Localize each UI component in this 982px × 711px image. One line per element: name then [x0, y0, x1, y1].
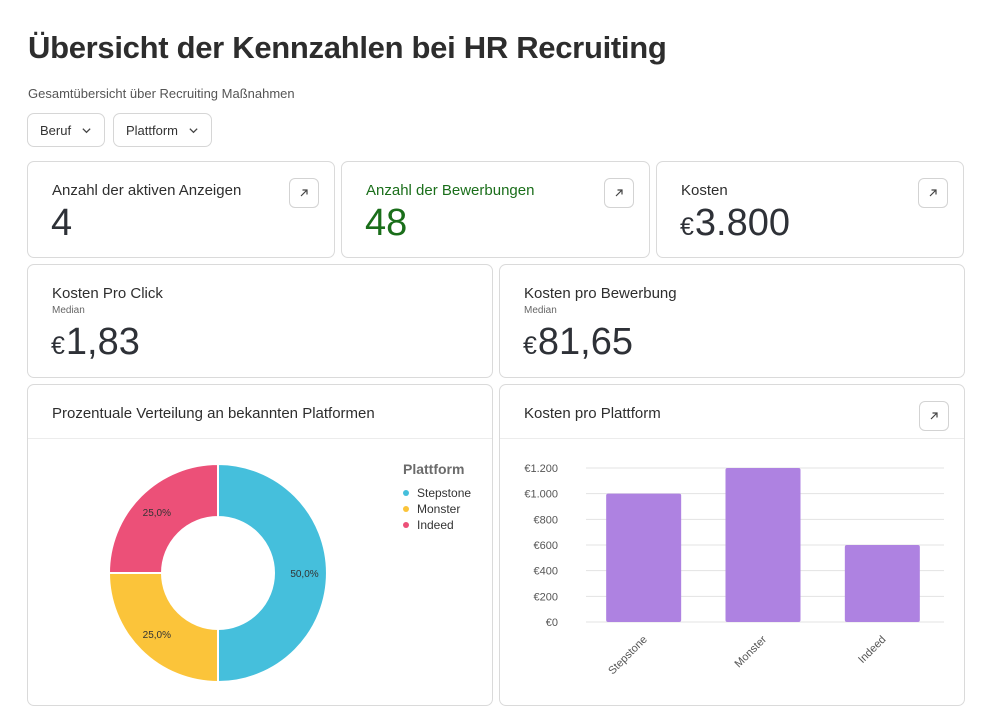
- legend-item-indeed[interactable]: Indeed: [403, 517, 471, 533]
- filter-plattform-dropdown[interactable]: Plattform: [113, 113, 213, 147]
- panel-title: Prozentuale Verteilung an bekannten Plat…: [52, 405, 375, 422]
- kpi-value: 3.800: [694, 202, 790, 244]
- currency-symbol: €: [680, 213, 694, 241]
- kpi-value: 4: [51, 202, 73, 244]
- y-tick-label: €1.200: [524, 463, 558, 475]
- legend-swatch: [403, 490, 409, 496]
- platform-distribution-panel: Prozentuale Verteilung an bekannten Plat…: [27, 384, 493, 706]
- kpi-value-wrapper: €81,65: [523, 321, 633, 364]
- donut-chart: 50,0% 25,0% 25,0%: [107, 462, 328, 684]
- currency-symbol: €: [523, 332, 537, 360]
- bar-monster[interactable]: [725, 468, 801, 622]
- kpi-value-wrapper: €3.800: [680, 202, 790, 245]
- kpi-card-active-ads: Anzahl der aktiven Anzeigen 4: [27, 161, 335, 258]
- kpi-label: Kosten Pro Click: [52, 285, 163, 302]
- kpi-label: Kosten: [681, 182, 728, 199]
- bar-indeed[interactable]: [844, 545, 920, 622]
- arrow-up-right-icon: [929, 189, 937, 197]
- kpi-sublabel: Median: [52, 305, 85, 316]
- legend-item-stepstone[interactable]: Stepstone: [403, 485, 471, 501]
- kpi-value-wrapper: €1,83: [51, 321, 140, 364]
- arrow-up-right-icon: [615, 189, 623, 197]
- page-title: Übersicht der Kennzahlen bei HR Recruiti…: [28, 30, 667, 65]
- filter-beruf-label: Beruf: [40, 122, 72, 138]
- kpi-label: Kosten pro Bewerbung: [524, 285, 677, 302]
- y-tick-label: €0: [546, 617, 558, 629]
- kpi-value: 48: [365, 202, 408, 244]
- kpi-card-cost-per-application: Kosten pro Bewerbung Median €81,65: [499, 264, 965, 378]
- bar-chart: €0 €200 €400 €600 €800 €1.000 €1.200 Stepstone M…: [524, 463, 944, 678]
- kpi-sublabel: Median: [524, 305, 557, 316]
- y-tick-label: €600: [534, 540, 558, 552]
- expand-button[interactable]: [289, 178, 319, 208]
- filter-beruf-dropdown[interactable]: Beruf: [27, 113, 106, 147]
- x-tick-label: Indeed: [856, 634, 888, 666]
- filter-plattform-label: Plattform: [126, 122, 179, 138]
- expand-button[interactable]: [604, 178, 634, 208]
- kpi-label: Anzahl der aktiven Anzeigen: [52, 182, 242, 199]
- expand-button[interactable]: [919, 401, 949, 431]
- currency-symbol: €: [51, 332, 65, 360]
- legend-label: Stepstone: [417, 486, 472, 500]
- kpi-value: 1,83: [65, 321, 140, 363]
- pie-slice-label: 25,0%: [143, 630, 171, 641]
- pie-slice-monster[interactable]: [107, 572, 219, 684]
- chevron-down-icon: [82, 127, 91, 133]
- legend-label: Monster: [417, 502, 461, 516]
- legend-swatch: [403, 506, 409, 512]
- y-tick-label: €800: [534, 514, 558, 526]
- x-tick-label: Stepstone: [606, 634, 650, 678]
- panel-title: Kosten pro Plattform: [524, 405, 661, 422]
- chart-legend: Plattform Stepstone Monster Indeed: [403, 461, 471, 533]
- pie-slice-label: 50,0%: [290, 569, 318, 580]
- kpi-label: Anzahl der Bewerbungen: [366, 182, 535, 199]
- x-tick-label: Monster: [733, 633, 770, 670]
- panel-header: Kosten pro Plattform: [500, 385, 964, 439]
- legend-item-monster[interactable]: Monster: [403, 501, 471, 517]
- arrow-up-right-icon: [930, 412, 938, 420]
- cost-per-platform-panel: Kosten pro Plattform €0 €200 €400 €600 €800 €…: [499, 384, 965, 706]
- kpi-value: 81,65: [537, 321, 633, 363]
- bar-stepstone[interactable]: [606, 493, 682, 622]
- page-subtitle: Gesamtübersicht über Recruiting Maßnahme…: [28, 86, 295, 101]
- legend-title: Plattform: [403, 461, 465, 477]
- arrow-up-right-icon: [300, 189, 308, 197]
- kpi-card-applications: Anzahl der Bewerbungen 48: [341, 161, 650, 258]
- y-tick-label: €200: [534, 591, 558, 603]
- pie-slice-label: 25,0%: [143, 508, 171, 519]
- legend-swatch: [403, 522, 409, 528]
- kpi-card-costs: Kosten €3.800: [656, 161, 964, 258]
- legend-label: Indeed: [417, 518, 454, 532]
- expand-button[interactable]: [918, 178, 948, 208]
- y-tick-label: €1.000: [524, 489, 558, 501]
- panel-header: Prozentuale Verteilung an bekannten Plat…: [28, 385, 492, 439]
- chevron-down-icon: [189, 127, 198, 133]
- kpi-card-cost-per-click: Kosten Pro Click Median €1,83: [27, 264, 493, 378]
- y-tick-label: €400: [534, 566, 558, 578]
